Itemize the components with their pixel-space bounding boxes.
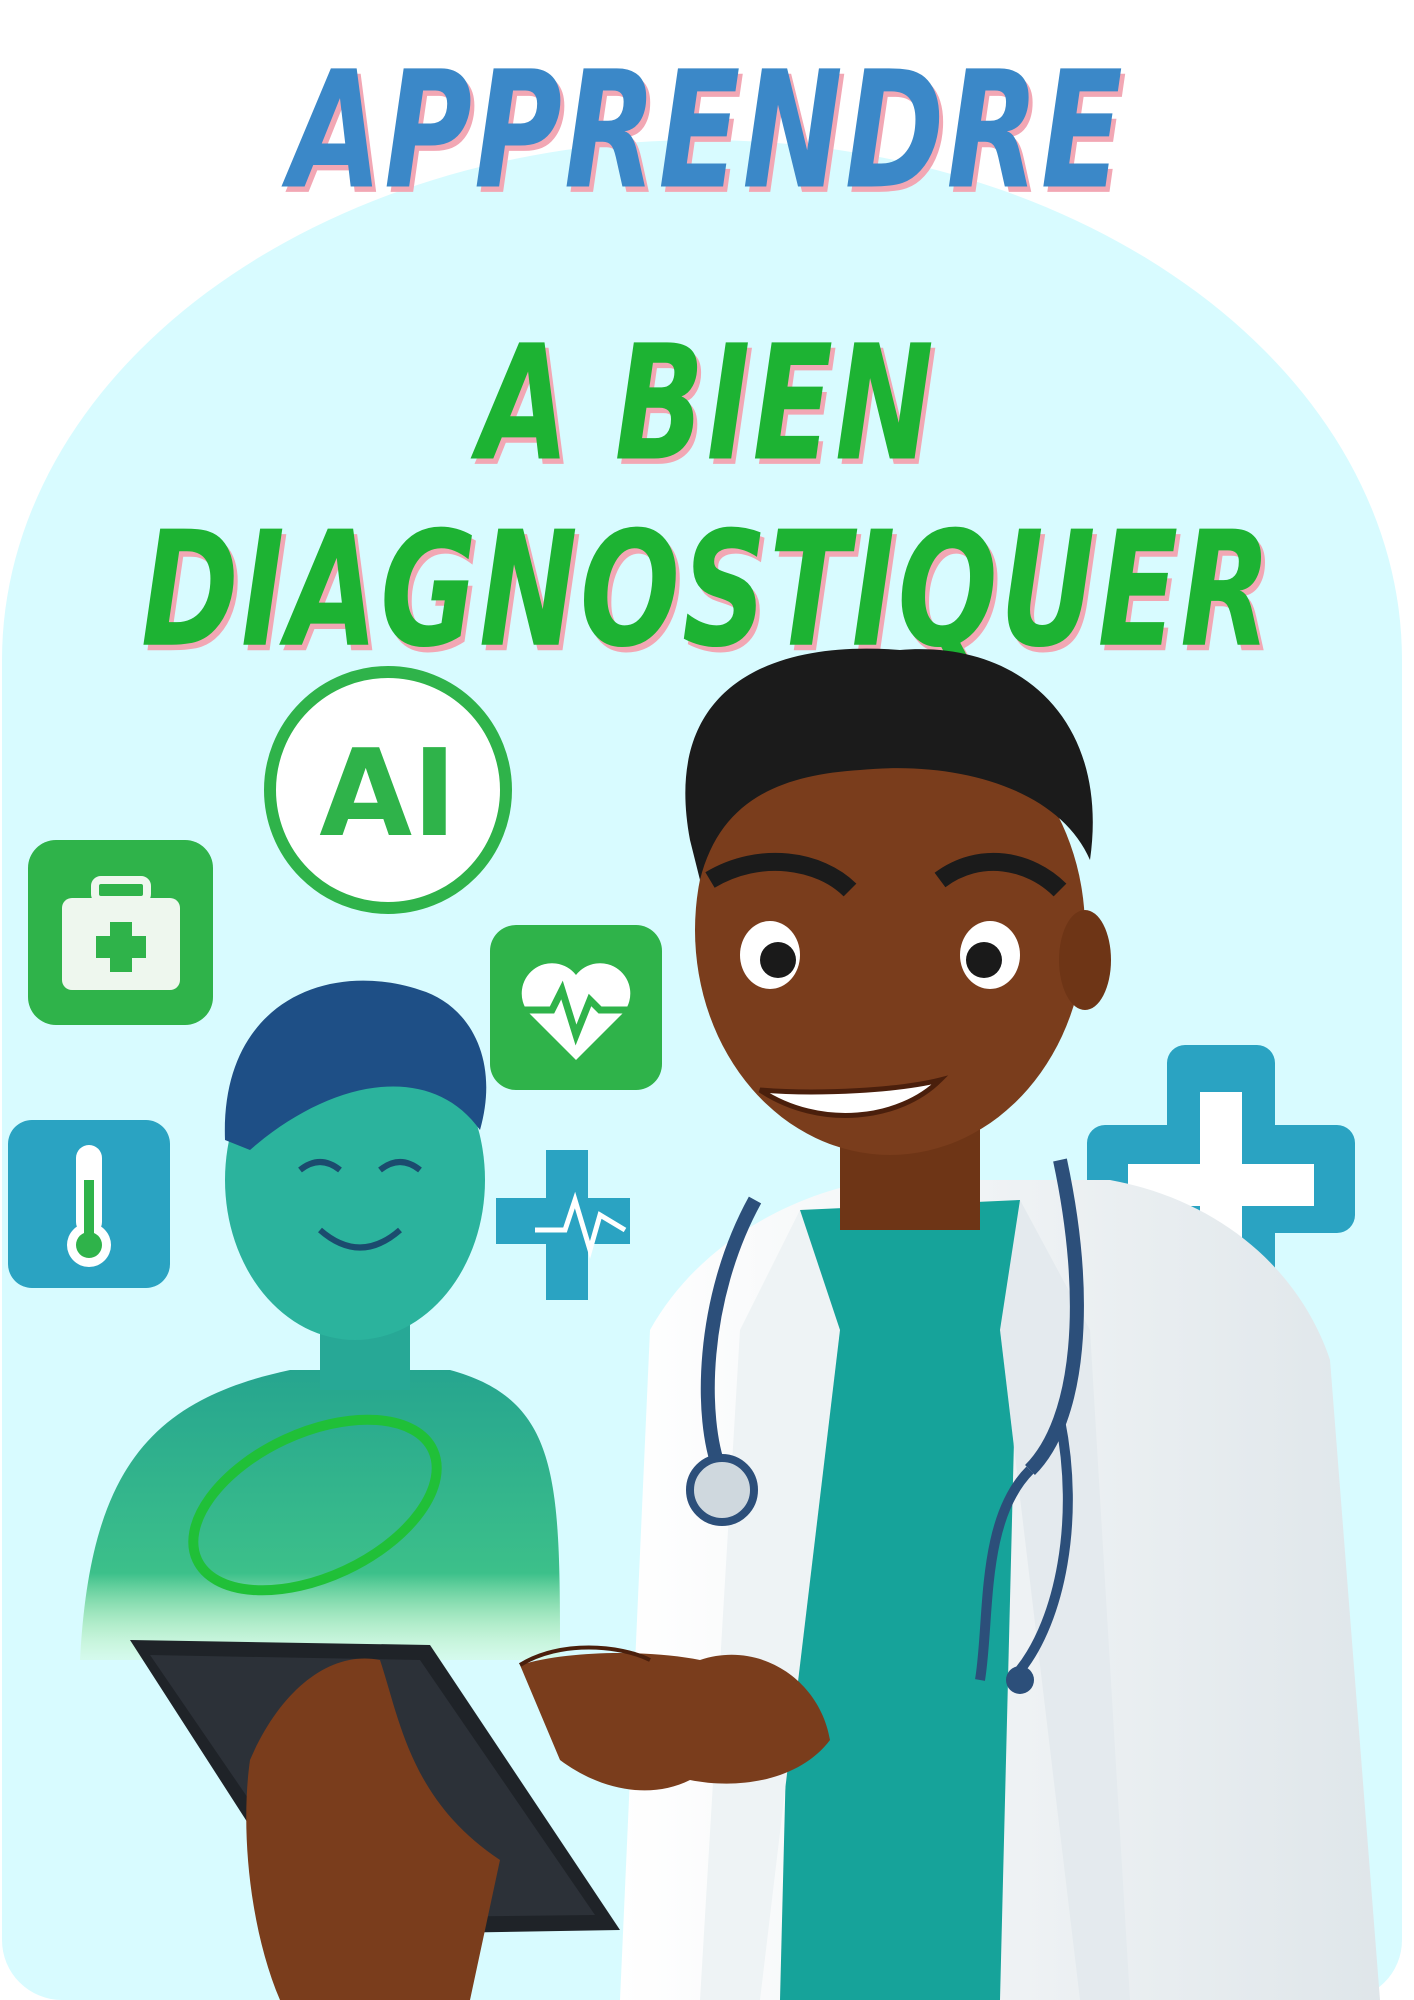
doctor: [620, 648, 1380, 2000]
ai-badge-text: AI: [319, 725, 457, 864]
thermometer-icon: [8, 1120, 170, 1288]
heartbeat-heart-icon: [490, 925, 662, 1090]
ai-badge-icon: AI: [264, 666, 512, 914]
first-aid-kit-icon: [28, 840, 213, 1025]
illustration: AI: [8, 648, 1380, 2000]
pulse-cross-icon: [496, 1150, 630, 1300]
hologram-patient: [80, 980, 560, 1660]
